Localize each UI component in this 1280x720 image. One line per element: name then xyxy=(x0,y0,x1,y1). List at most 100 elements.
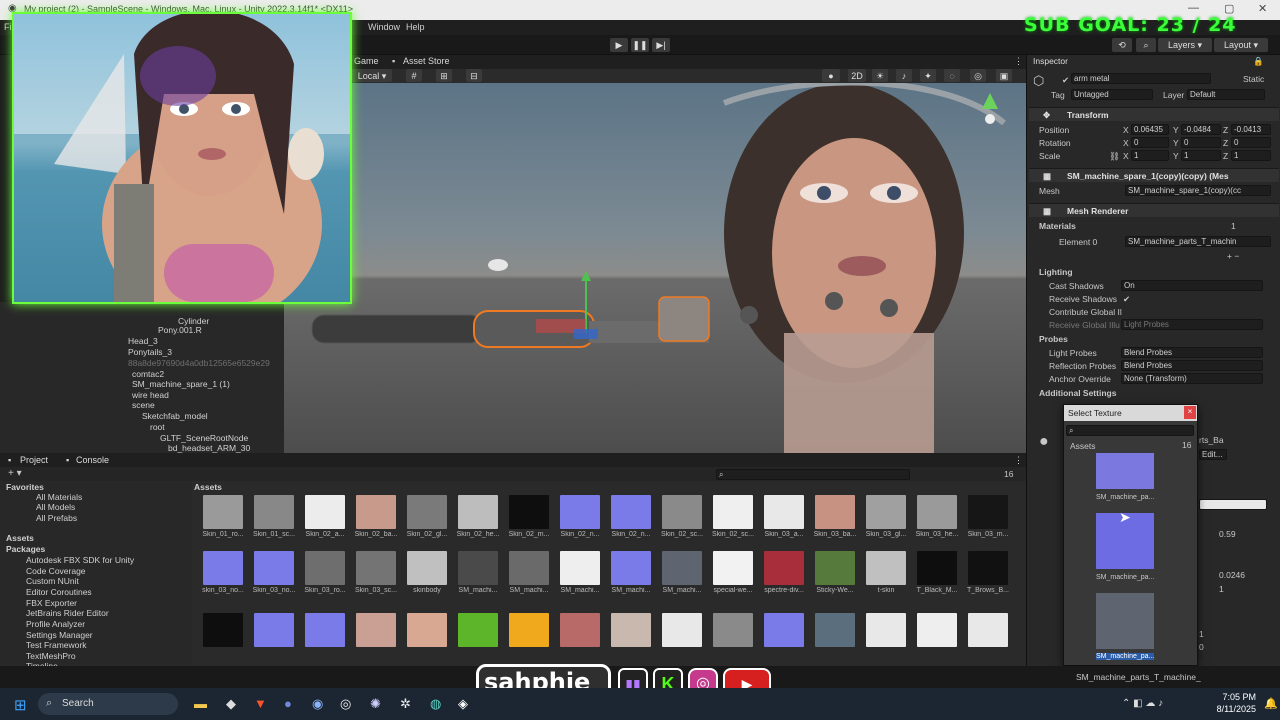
asset-item[interactable]: SM_machi... xyxy=(659,551,705,594)
texture-thumb[interactable] xyxy=(1096,593,1154,649)
tab-inspector[interactable]: Inspector xyxy=(1033,56,1068,66)
favorites-title[interactable]: Favorites xyxy=(6,482,44,492)
package-item[interactable]: JetBrains Rider Editor xyxy=(26,608,109,618)
menu-help[interactable]: Help xyxy=(406,22,425,32)
edit-button[interactable]: Edit... xyxy=(1199,449,1227,460)
hierarchy-item[interactable]: Head_3 xyxy=(128,336,158,346)
asset-item[interactable]: Skin_02_sc... xyxy=(710,495,756,538)
project-search-input[interactable]: ⌕ xyxy=(716,469,910,480)
audio-icon[interactable]: ♪ xyxy=(896,69,912,82)
asset-item[interactable]: t-skin xyxy=(863,551,909,594)
asset-item[interactable]: Skin_02_m... xyxy=(506,495,552,538)
clock-time[interactable]: 7:05 PM xyxy=(1210,692,1256,702)
transform-header[interactable]: ✥ Transform xyxy=(1029,107,1279,121)
snap-icon[interactable]: ⊞ xyxy=(436,69,452,82)
asset-item[interactable] xyxy=(761,613,807,647)
clock-date[interactable]: 8/11/2025 xyxy=(1200,704,1256,714)
package-item[interactable]: TextMeshPro xyxy=(26,651,76,661)
asset-item[interactable]: T_Brows_B... xyxy=(965,551,1011,594)
asset-item[interactable] xyxy=(557,613,603,647)
hierarchy-item[interactable]: root xyxy=(150,422,165,432)
asset-item[interactable] xyxy=(965,613,1011,647)
app-icon[interactable]: ◍ xyxy=(430,696,441,712)
2d-toggle[interactable]: 2D xyxy=(848,69,866,82)
tag-dropdown[interactable]: Untagged xyxy=(1071,89,1153,100)
search-icon[interactable]: ⌕ xyxy=(1136,38,1156,52)
tab-asset-store[interactable]: Asset Store xyxy=(403,56,450,66)
tab-menu-icon[interactable]: ⋮ xyxy=(1014,56,1023,67)
layer-dropdown[interactable]: Default xyxy=(1187,89,1265,100)
asset-item[interactable]: Skin_03_sc... xyxy=(353,551,399,594)
cast-shadows-dropdown[interactable]: On xyxy=(1121,280,1263,291)
light-probes-dropdown[interactable]: Blend Probes xyxy=(1121,347,1263,358)
position-z-field[interactable]: -0.0413 xyxy=(1231,124,1271,135)
tray-icons[interactable]: ⌃ ◧ ☁ ♪ xyxy=(1122,698,1163,709)
asset-item[interactable]: Skin_03_no... xyxy=(251,551,297,594)
package-item[interactable]: Test Framework xyxy=(26,640,86,650)
tab-menu-icon[interactable]: ⋮ xyxy=(1014,455,1023,466)
materials-count[interactable]: 1 xyxy=(1231,221,1236,231)
favorite-item[interactable]: All Models xyxy=(36,502,75,512)
close-icon[interactable]: ✕ xyxy=(1258,2,1267,15)
favorite-item[interactable]: All Prefabs xyxy=(36,513,77,523)
element0-field[interactable]: SM_machine_parts_T_machin xyxy=(1125,236,1271,247)
app-icon[interactable]: ✺ xyxy=(370,696,381,712)
asset-item[interactable]: Skin_03_he... xyxy=(914,495,960,538)
asset-item[interactable] xyxy=(251,613,297,647)
history-icon[interactable]: ⟲ xyxy=(1112,38,1132,52)
rotation-y-field[interactable]: 0 xyxy=(1181,137,1221,148)
package-item[interactable]: Autodesk FBX SDK for Unity xyxy=(26,555,134,565)
hierarchy-item[interactable]: bd_headset_ARM_30 xyxy=(168,443,250,453)
shading-icon[interactable]: ● xyxy=(822,69,840,82)
package-item[interactable]: Code Coverage xyxy=(26,566,86,576)
value-field[interactable]: 0.0246 xyxy=(1219,570,1245,580)
asset-item[interactable]: spectre-div... xyxy=(761,551,807,594)
texture-label-selected[interactable]: SM_machine_pa... xyxy=(1096,653,1155,660)
hierarchy-item[interactable]: scene xyxy=(132,400,155,410)
package-item[interactable]: Settings Manager xyxy=(26,630,93,640)
asset-item[interactable] xyxy=(353,613,399,647)
camera-icon[interactable]: ▣ xyxy=(996,69,1012,82)
file-explorer-icon[interactable]: ▬ xyxy=(194,696,207,711)
windows-start-icon[interactable]: ⊞ xyxy=(14,696,27,714)
anchor-override-field[interactable]: None (Transform) xyxy=(1121,373,1263,384)
step-button[interactable]: ▶| xyxy=(652,38,670,52)
asset-item[interactable]: Sticky-We... xyxy=(812,551,858,594)
asset-item[interactable]: Skin_02_sc... xyxy=(659,495,705,538)
package-item[interactable]: Profile Analyzer xyxy=(26,619,85,629)
link-icon[interactable]: ⛓ xyxy=(1109,151,1120,162)
reflection-probes-dropdown[interactable]: Blend Probes xyxy=(1121,360,1263,371)
assets-folder[interactable]: Assets xyxy=(6,533,34,543)
active-checkbox[interactable]: ✔ xyxy=(1062,75,1069,86)
layers-dropdown[interactable]: Layers ▾ xyxy=(1158,38,1212,52)
hierarchy-item[interactable]: GLTF_SceneRootNode xyxy=(160,433,248,443)
scene-view[interactable] xyxy=(284,83,1026,453)
scale-x-field[interactable]: 1 xyxy=(1131,150,1169,161)
asset-item[interactable]: SM_machi... xyxy=(557,551,603,594)
grid-icon[interactable]: # xyxy=(406,69,422,82)
asset-item[interactable]: SM_machi... xyxy=(455,551,501,594)
asset-item[interactable]: Skin_02_ba... xyxy=(353,495,399,538)
asset-item[interactable]: Skin_02_n... xyxy=(557,495,603,538)
tab-game[interactable]: Game xyxy=(354,56,379,66)
menu-window[interactable]: Window xyxy=(368,22,400,32)
asset-item[interactable]: SM_machi... xyxy=(506,551,552,594)
asset-item[interactable]: Skin_03_ba... xyxy=(812,495,858,538)
add-icon[interactable]: + − xyxy=(1227,251,1239,261)
value-field[interactable]: 0 xyxy=(1199,642,1204,652)
scale-y-field[interactable]: 1 xyxy=(1181,150,1221,161)
app-icon[interactable]: ◆ xyxy=(226,696,236,712)
packages-folder[interactable]: Packages xyxy=(6,544,45,554)
asset-item[interactable]: special-we... xyxy=(710,551,756,594)
asset-item[interactable]: SM_machi... xyxy=(608,551,654,594)
rotation-z-field[interactable]: 0 xyxy=(1231,137,1271,148)
asset-item[interactable] xyxy=(506,613,552,647)
unity-icon[interactable]: ◈ xyxy=(458,696,468,712)
hierarchy-item[interactable]: Pony.001.R xyxy=(158,325,202,335)
hierarchy-item[interactable]: wire head xyxy=(132,390,169,400)
popup-assets-tab[interactable]: Assets xyxy=(1070,441,1096,451)
asset-item[interactable] xyxy=(608,613,654,647)
package-item[interactable]: Editor Coroutines xyxy=(26,587,92,597)
tab-console[interactable]: Console xyxy=(76,455,109,465)
asset-item[interactable] xyxy=(455,613,501,647)
